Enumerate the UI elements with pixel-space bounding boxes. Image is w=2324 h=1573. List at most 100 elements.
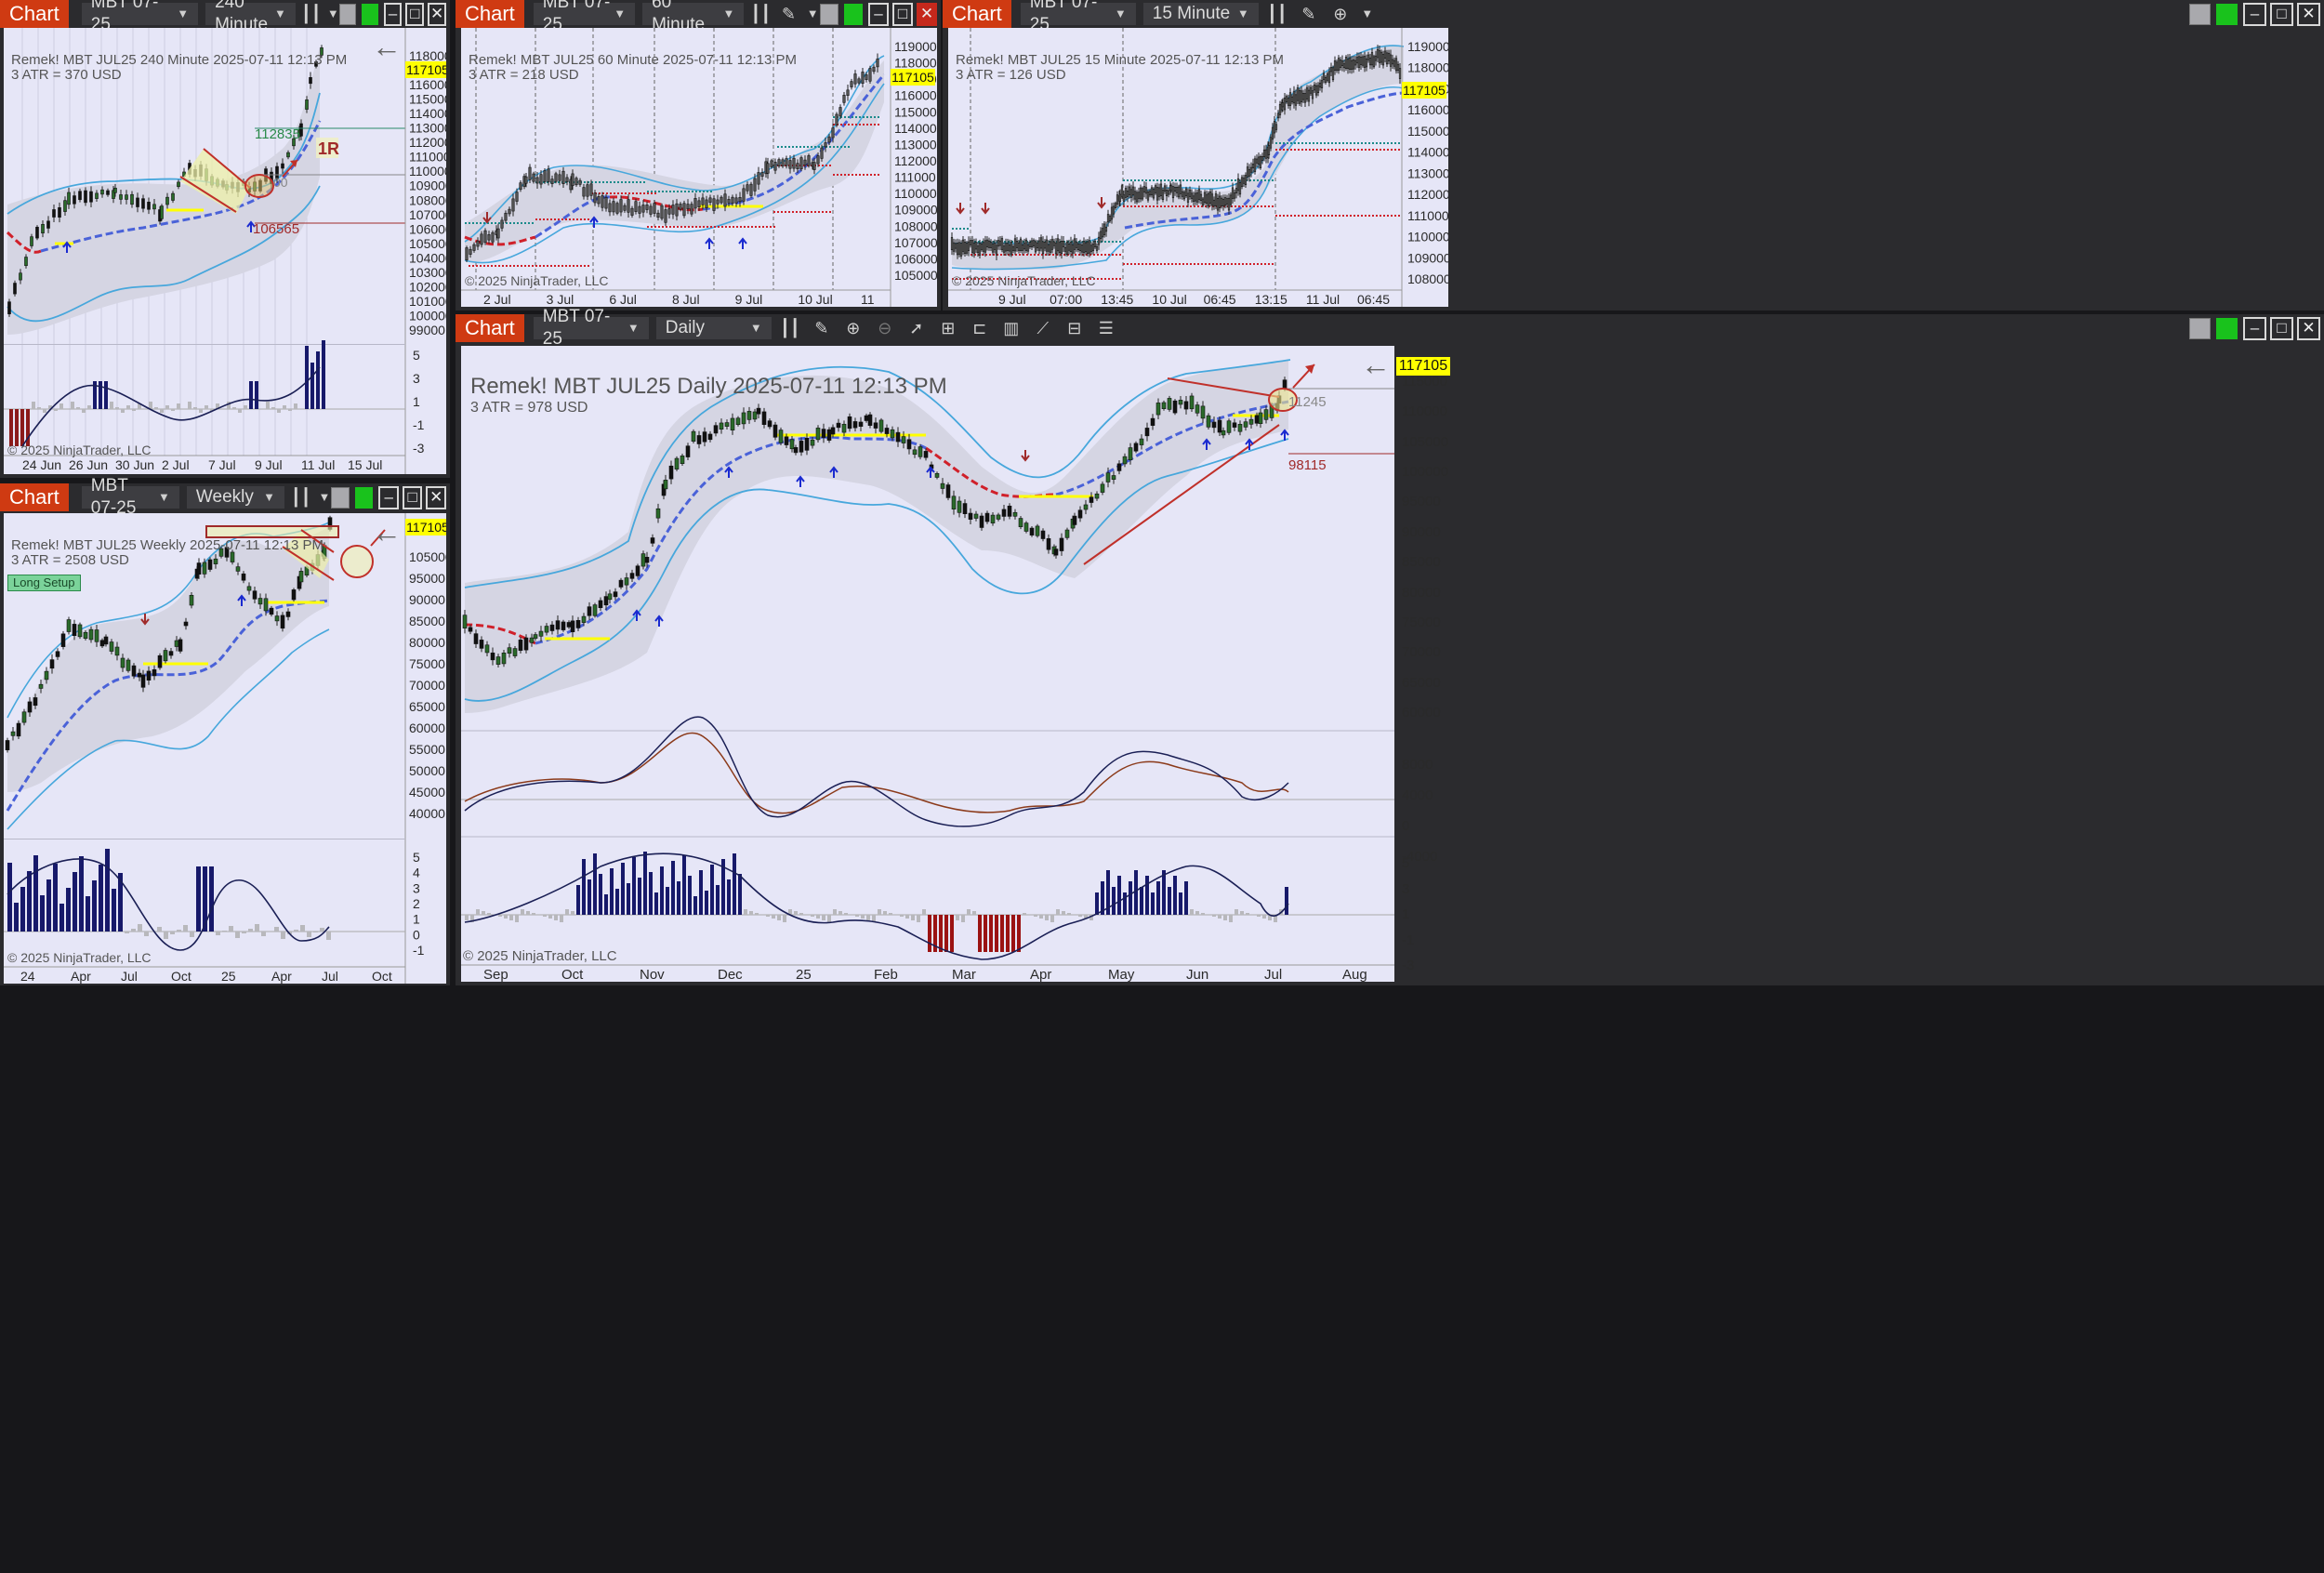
templates-icon[interactable]: ⊟ — [1062, 317, 1088, 339]
candle — [558, 174, 561, 181]
histogram-bar — [99, 865, 103, 932]
chevron-down-icon[interactable]: ▼ — [1359, 3, 1376, 25]
close-button[interactable]: ✕ — [917, 2, 938, 26]
chevron-down-icon[interactable]: ▼ — [317, 486, 331, 509]
candle — [980, 244, 984, 250]
chart-logo-button[interactable]: Chart — [0, 0, 69, 28]
bar-style-icon[interactable]: ┃┃ — [749, 3, 772, 25]
bar-style-icon[interactable]: ┃┃ — [290, 486, 311, 509]
green-link-button[interactable] — [354, 486, 374, 509]
chart-logo-button[interactable]: Chart — [456, 0, 524, 28]
timeframe-selector[interactable]: 15 Minute ▼ — [1142, 3, 1259, 25]
close-button[interactable]: ✕ — [426, 485, 446, 509]
time-axis-label: 11 Jul — [1305, 292, 1340, 307]
candle — [213, 558, 218, 564]
green-link-button[interactable] — [361, 3, 378, 25]
gray-box-button[interactable] — [819, 3, 838, 25]
minimize-button[interactable]: – — [2243, 316, 2266, 340]
gray-box-button[interactable] — [2189, 317, 2211, 339]
zoom-in-icon[interactable]: ⊕ — [1327, 3, 1353, 25]
histogram-bar — [326, 932, 331, 940]
time-axis-label: 9 Jul — [734, 292, 763, 307]
candle — [1028, 242, 1032, 247]
minimize-button[interactable]: – — [867, 2, 889, 26]
back-arrow-icon[interactable]: ← — [1361, 348, 1391, 382]
instrument-selector[interactable]: MBT 07-25 ▼ — [1020, 0, 1136, 34]
green-link-button[interactable] — [2216, 3, 2238, 25]
time-axis-label: 10 Jul — [1152, 292, 1187, 307]
list-icon[interactable]: ☰ — [1093, 317, 1119, 339]
instrument-selector[interactable]: MBT 07-25 ▼ — [81, 0, 199, 34]
candle — [171, 192, 175, 201]
green-link-button[interactable] — [2216, 317, 2238, 339]
candle — [1142, 186, 1146, 193]
maximize-button[interactable]: □ — [891, 2, 913, 26]
chevron-down-icon[interactable]: ▼ — [805, 3, 819, 25]
maximize-button[interactable]: □ — [2270, 316, 2293, 340]
candle — [1015, 241, 1019, 248]
close-button[interactable]: ✕ — [2297, 2, 2320, 26]
histogram-bar — [956, 915, 959, 920]
time-axis-label: 30 Jun — [115, 457, 155, 472]
close-button[interactable]: ✕ — [2297, 316, 2320, 340]
gray-box-button[interactable] — [331, 486, 350, 509]
chart-logo-button[interactable]: Chart — [0, 483, 69, 511]
candle — [1083, 504, 1089, 510]
histogram-bar — [261, 932, 266, 936]
timeframe-selector[interactable]: 60 Minute ▼ — [642, 0, 745, 34]
strategies-icon[interactable]: ⟋ — [1030, 317, 1056, 339]
histogram-bar — [783, 915, 786, 922]
histogram-bar — [799, 913, 803, 915]
data-box-icon[interactable]: ⊞ — [935, 317, 961, 339]
candle — [660, 205, 664, 219]
price-axis-label: 105000 — [894, 268, 937, 283]
instrument-selector[interactable]: MBT 07-25 ▼ — [533, 307, 649, 349]
candle — [58, 207, 61, 218]
bar-style-icon[interactable]: ┃┃ — [301, 3, 322, 25]
timeframe-selector[interactable]: Weekly ▼ — [186, 486, 285, 509]
pencil-icon[interactable]: ✎ — [777, 3, 799, 25]
bar-style-icon[interactable]: ┃┃ — [777, 317, 803, 339]
maximize-button[interactable]: □ — [402, 485, 423, 509]
back-arrow-icon[interactable]: ← — [372, 515, 402, 549]
instrument-selector[interactable]: MBT 07-25 ▼ — [533, 0, 636, 34]
candle — [1120, 185, 1124, 198]
minimize-button[interactable]: – — [2243, 2, 2266, 26]
histogram-bar — [755, 913, 759, 915]
minimize-button[interactable]: – — [378, 485, 399, 509]
close-button[interactable]: ✕ — [428, 2, 447, 26]
chart-logo-button[interactable]: Chart — [943, 0, 1011, 28]
indicators-icon[interactable]: ▥ — [998, 317, 1024, 339]
candle — [49, 659, 55, 669]
bar-style-icon[interactable]: ┃┃ — [1264, 3, 1290, 25]
back-arrow-icon[interactable]: ← — [372, 30, 402, 64]
histogram-bar — [526, 911, 530, 915]
properties-icon[interactable]: ⊏ — [967, 317, 993, 339]
gray-box-button[interactable] — [2189, 3, 2211, 25]
zoom-in-icon[interactable]: ⊕ — [840, 317, 866, 339]
timeframe-selector[interactable]: 240 Minute ▼ — [205, 0, 296, 34]
chart-panel[interactable]: Remek! MBT JUL25 Daily 2025-07-11 12:13 … — [461, 346, 1394, 982]
chart-panel[interactable]: 105000 95000 90000 85000 80000 75000 70000 6500… — [4, 513, 446, 984]
maximize-button[interactable]: □ — [2270, 2, 2293, 26]
histogram-bar — [300, 925, 305, 932]
histogram-bar — [705, 891, 708, 915]
pencil-icon[interactable]: ✎ — [809, 317, 835, 339]
pointer-icon[interactable]: ➚ — [904, 317, 930, 339]
maximize-button[interactable]: □ — [405, 2, 425, 26]
pencil-icon[interactable]: ✎ — [1296, 3, 1322, 25]
chart-logo-button[interactable]: Chart — [456, 314, 524, 342]
candle — [1041, 241, 1045, 255]
histogram-bar — [521, 909, 524, 915]
timeframe-selector[interactable]: Daily ▼ — [655, 317, 772, 339]
instrument-selector[interactable]: MBT 07-25 ▼ — [81, 476, 179, 518]
minimize-button[interactable]: – — [383, 2, 403, 26]
candle — [1154, 185, 1157, 193]
chevron-down-icon[interactable]: ▼ — [327, 3, 340, 25]
chart-panel[interactable]: 1180001170001160001150001140001130001120… — [4, 28, 446, 474]
gray-box-button[interactable] — [339, 3, 356, 25]
chart-panel[interactable]: 1190001180001170001160001150001140001130… — [461, 28, 937, 307]
chart-panel[interactable]: 1190001180001170001160001150001140001130… — [948, 28, 1448, 307]
green-link-button[interactable] — [843, 3, 863, 25]
zoom-out-icon[interactable]: ⊖ — [872, 317, 898, 339]
